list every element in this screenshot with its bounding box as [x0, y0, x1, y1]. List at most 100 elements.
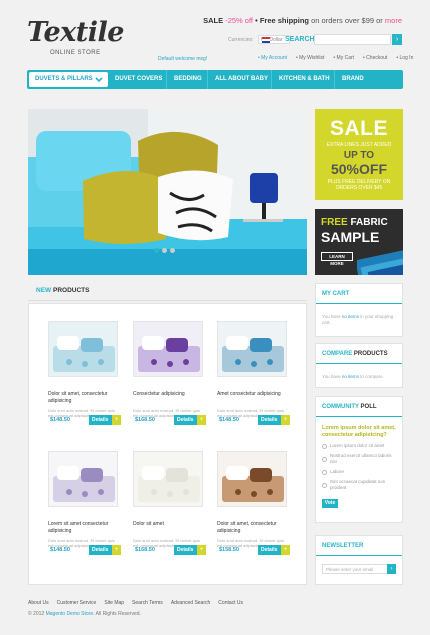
promo-shipping: • Free shipping [255, 16, 309, 25]
promo-sale: SALE [203, 16, 224, 25]
product-price: $148.50 [50, 547, 70, 553]
footer-link-customer-service[interactable]: Customer Service [57, 600, 97, 606]
product-price: $148.50 [219, 417, 239, 423]
link-checkout[interactable]: • Checkout [363, 55, 387, 61]
poll-option[interactable]: Sint occaecat cupidatat non proident [322, 479, 396, 491]
product-price: $168.50 [135, 547, 155, 553]
sample-title-2: SAMPLE [321, 229, 380, 245]
community-poll-panel: COMMUNITY POLL Lorem ipsum dolor sit ame… [315, 396, 403, 523]
add-to-cart-button[interactable]: + [281, 415, 290, 425]
product-image[interactable] [48, 451, 118, 507]
store-logo[interactable]: Textile [27, 18, 124, 48]
link-my-account[interactable]: • My Account [258, 55, 287, 61]
details-button[interactable]: Details [174, 415, 197, 425]
footer-link-search-terms[interactable]: Search Terms [132, 600, 163, 606]
promo-suffix: on orders over $99 or [311, 16, 383, 25]
slider-dot[interactable] [162, 248, 167, 253]
sample-title-1: FREE FABRIC [321, 217, 388, 228]
nav-duvet-covers[interactable]: DUVET COVERS [115, 70, 162, 89]
details-button[interactable]: Details [258, 415, 281, 425]
product-name[interactable]: Dolor sit amet, consectetur adipisicing [217, 521, 287, 535]
sale-title: SALE [329, 117, 388, 140]
new-products-title: NEW PRODUCTS [36, 287, 90, 294]
nav-brand[interactable]: BRAND [342, 70, 364, 89]
product-image[interactable] [217, 451, 287, 507]
logo-tagline: ONLINE STORE [50, 50, 101, 56]
product-card: Consectetur adipisicing Dolo sunt auto no… [133, 321, 206, 449]
nav-duvets-pillars[interactable]: DUVETS & PILLARS [29, 72, 108, 87]
flag-icon[interactable] [262, 37, 270, 43]
slider-dot[interactable] [154, 248, 159, 253]
search-label: SEARCH [285, 36, 315, 43]
footer-link-advanced-search[interactable]: Advanced Search [171, 600, 210, 606]
add-to-cart-button[interactable]: + [112, 545, 121, 555]
product-image[interactable] [133, 321, 203, 377]
promo-more-link[interactable]: more [385, 16, 402, 25]
radio-icon [322, 443, 327, 449]
product-image[interactable] [48, 321, 118, 377]
poll-option[interactable]: Lorem ipsum dolor sit amet [322, 443, 396, 449]
radio-icon [322, 456, 327, 462]
sale-banner[interactable]: SALE EXTRA LINES JUST ADDED UP TO 50%OFF… [315, 109, 403, 200]
poll-title: COMMUNITY POLL [316, 397, 402, 417]
product-price: $148.50 [50, 417, 70, 423]
vote-button[interactable]: Vote [322, 499, 338, 508]
nav-label: DUVETS & PILLARS [35, 76, 93, 82]
copyright: © 2012 Magento Demo Store. All Rights Re… [28, 611, 141, 617]
newsletter-submit-button[interactable]: › [387, 564, 396, 574]
product-name[interactable]: Dolor sit amet, consectetur adipisicing [48, 391, 118, 405]
add-to-cart-button[interactable]: + [197, 415, 206, 425]
product-name[interactable]: Lorem sit amet consectetur adipisicing [48, 521, 118, 535]
nav-about-baby[interactable]: ALL ABOUT BABY [215, 70, 268, 89]
product-image[interactable] [217, 321, 287, 377]
product-card: Amet consectetur adipisicing Dolo sunt au… [217, 321, 290, 449]
product-name[interactable]: Dolor sit amet [133, 521, 203, 535]
product-name[interactable]: Consectetur adipisicing [133, 391, 203, 405]
learn-more-button[interactable]: LEARN MORE [321, 252, 353, 266]
product-card: Dolor sit amet, consectetur adipisicing D… [217, 451, 290, 579]
compare-panel: COMPARE PRODUCTS You have no items to co… [315, 343, 403, 388]
nav-kitchen-bath[interactable]: KITCHEN & BATH [279, 70, 330, 89]
footer-link-contact[interactable]: Contact Us [218, 600, 243, 606]
link-cart[interactable]: • My Cart [333, 55, 354, 61]
add-to-cart-button[interactable]: + [112, 415, 121, 425]
newsletter-email-input[interactable]: Please enter your email [322, 564, 396, 574]
details-button[interactable]: Details [174, 545, 197, 555]
details-button[interactable]: Details [89, 415, 112, 425]
welcome-message: Default welcome msg! [158, 56, 208, 62]
sale-line-1: EXTRA LINES JUST ADDED [326, 142, 392, 148]
radio-icon [322, 469, 327, 475]
sale-line-3: 50%OFF [330, 161, 387, 177]
add-to-cart-button[interactable]: + [281, 545, 290, 555]
search-button[interactable]: › [392, 34, 402, 45]
link-wishlist[interactable]: • My Wishlist [296, 55, 324, 61]
product-price: $158.50 [219, 547, 239, 553]
product-card: Lorem sit amet consectetur adipisicing Do… [48, 451, 121, 579]
compare-title: COMPARE PRODUCTS [316, 344, 402, 364]
promo-line: SALE -25% off • Free shipping on orders … [203, 16, 402, 25]
footer-links: About Us Customer Service Site Map Searc… [28, 600, 243, 606]
footer-link-about[interactable]: About Us [28, 600, 49, 606]
chevron-down-icon [95, 77, 103, 83]
link-login[interactable]: • Log In [396, 55, 413, 61]
product-image[interactable] [133, 451, 203, 507]
product-price: $168.50 [135, 417, 155, 423]
slider-dots [154, 248, 175, 253]
details-button[interactable]: Details [89, 545, 112, 555]
poll-option[interactable]: Nostrud exercit ullamco laboris nisi [322, 453, 396, 465]
slider-dot[interactable] [170, 248, 175, 253]
my-cart-title: MY CART [316, 284, 402, 304]
account-links: • My Account • My Wishlist • My Cart • C… [258, 55, 413, 61]
add-to-cart-button[interactable]: + [197, 545, 206, 555]
details-button[interactable]: Details [258, 545, 281, 555]
product-name[interactable]: Amet consectetur adipisicing [217, 391, 287, 405]
footer-link-site-map[interactable]: Site Map [104, 600, 124, 606]
compare-message: You have no items to compare. [322, 374, 384, 379]
currency-label: Currencies: [228, 37, 254, 43]
search-input[interactable] [314, 34, 391, 45]
poll-option[interactable]: Labore [322, 469, 396, 475]
nav-bedding[interactable]: BEDDING [174, 70, 202, 89]
sale-line-5: ORDERS OVER $45 [335, 185, 383, 191]
radio-icon [322, 482, 327, 488]
fabric-sample-banner[interactable]: FREE FABRIC SAMPLE LEARN MORE [315, 209, 403, 275]
